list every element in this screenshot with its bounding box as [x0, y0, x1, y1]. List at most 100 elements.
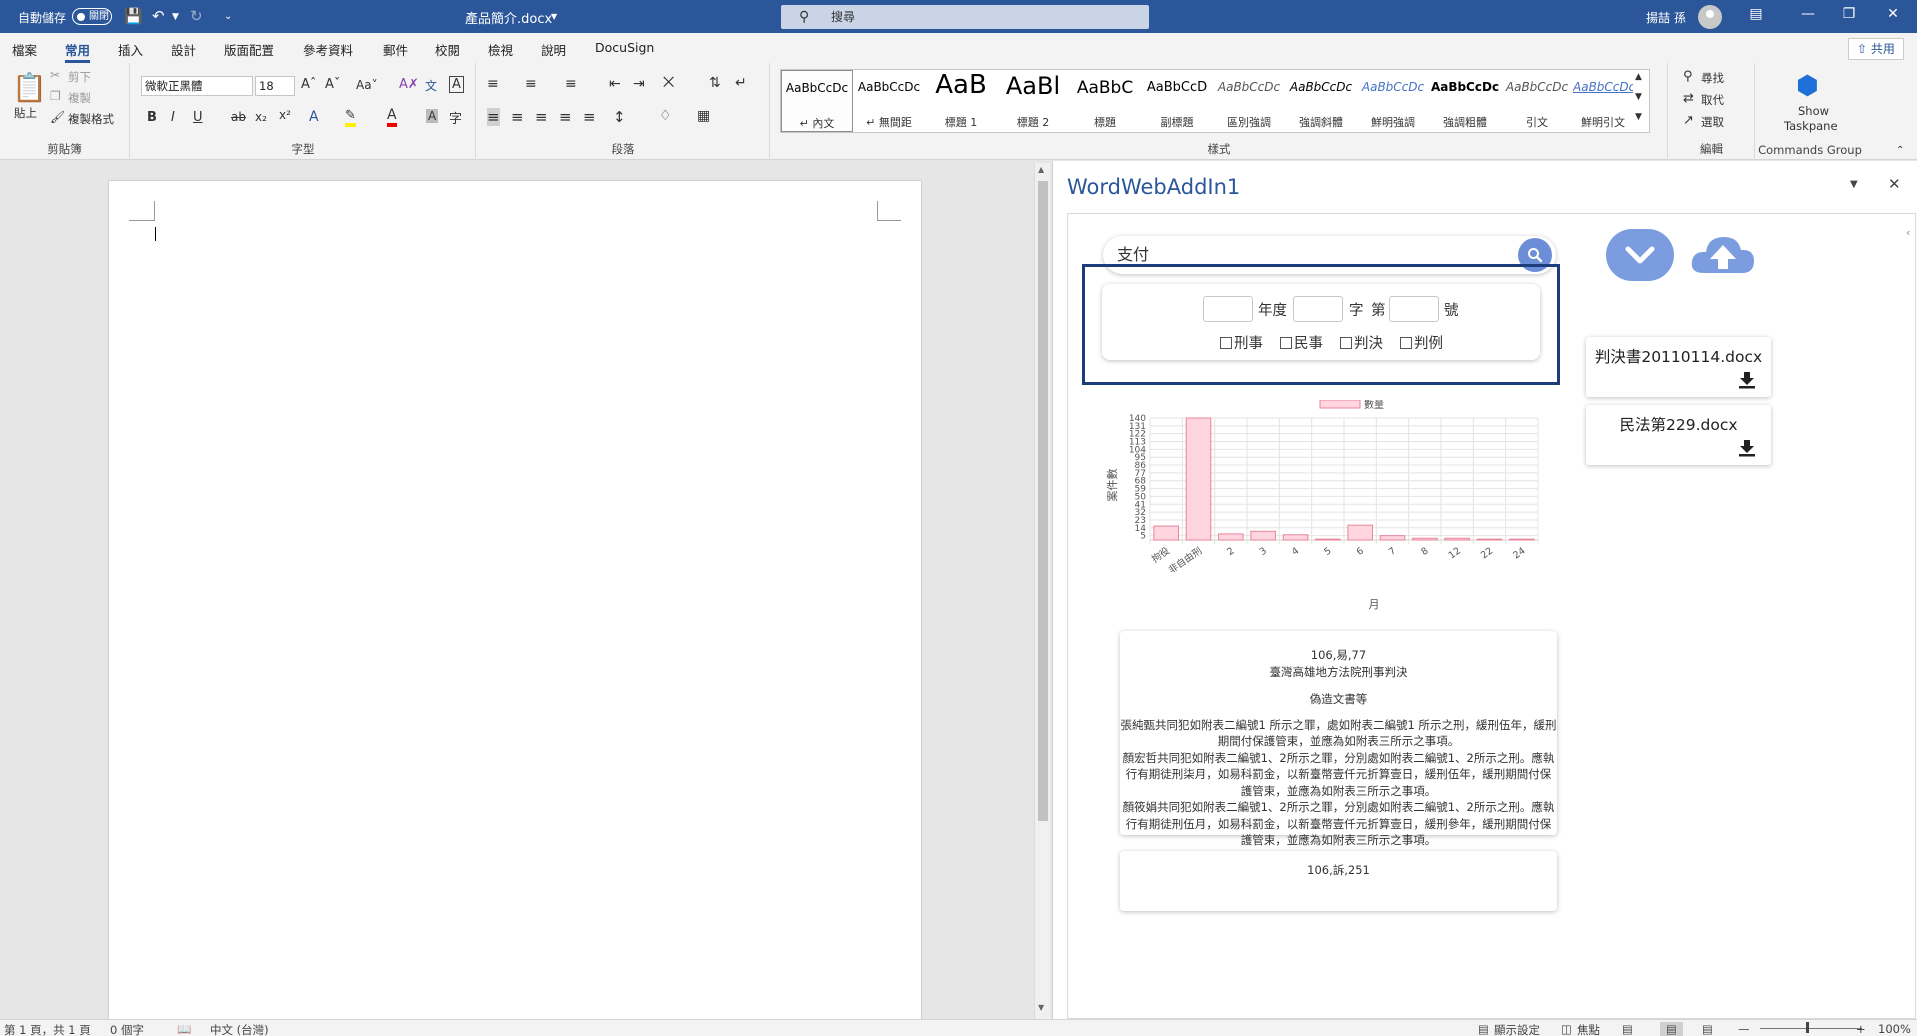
zoom-level[interactable]: 100% — [1878, 1022, 1911, 1036]
checkbox-box[interactable] — [1340, 337, 1352, 349]
replace-icon[interactable]: ⇄ — [1683, 91, 1694, 106]
checkbox-box[interactable] — [1220, 337, 1232, 349]
display-settings-icon[interactable]: ▤ — [1478, 1022, 1489, 1036]
download-icon[interactable] — [1738, 439, 1756, 457]
styles-more-icon[interactable]: ▼ — [1635, 112, 1642, 122]
style-intense-emphasis[interactable]: AaBbCcDc 鮮明強調 — [1357, 70, 1429, 132]
save-icon[interactable]: 💾 — [124, 7, 143, 25]
style-no-spacing[interactable]: AaBbCcDc ↵ 無間距 — [853, 70, 925, 132]
char-shading-icon[interactable]: A — [426, 109, 439, 123]
ribbon-display-icon[interactable]: ▤ — [1741, 6, 1771, 22]
upload-button[interactable] — [1688, 229, 1758, 279]
scrollbar-thumb[interactable] — [1038, 181, 1048, 821]
precedent-checkbox[interactable]: 判例 — [1400, 332, 1443, 353]
tab-home[interactable]: 常用 — [65, 40, 91, 63]
text-effects-icon[interactable]: A — [309, 109, 319, 125]
style-strong[interactable]: AaBbCcDc 強調粗體 — [1429, 70, 1501, 132]
expand-button[interactable] — [1606, 229, 1674, 281]
style-subtle-emphasis[interactable]: AaBbCcDc 區別強調 — [1213, 70, 1285, 132]
subscript-icon[interactable]: x₂ — [255, 110, 267, 124]
replace-button[interactable]: 取代 — [1701, 92, 1724, 108]
italic-icon[interactable]: I — [171, 110, 175, 125]
page-count[interactable]: 第 1 頁，共 1 頁 — [4, 1022, 91, 1036]
change-case-icon[interactable]: Aa˅ — [356, 78, 378, 92]
format-painter-icon[interactable]: 🖌 — [50, 110, 65, 124]
tab-help[interactable]: 說明 — [541, 40, 566, 59]
style-title[interactable]: AaBbC 標題 — [1069, 70, 1141, 132]
result-card[interactable]: 106,易,77 臺灣高雄地方法院刑事判決 偽造文書等 張純甄共同犯如附表二編號… — [1120, 631, 1557, 847]
year-input[interactable] — [1203, 296, 1253, 322]
shading-icon[interactable]: ♢ — [659, 108, 672, 124]
show-marks-icon[interactable]: ↵ — [735, 75, 747, 91]
cut-button[interactable]: 剪下 — [68, 69, 91, 85]
styles-scroll-up-icon[interactable]: ▲ — [1635, 72, 1642, 82]
pane-close-icon[interactable]: ✕ — [1888, 175, 1901, 193]
grow-font-icon[interactable]: Aˆ — [301, 77, 316, 92]
styles-scroll-down-icon[interactable]: ▼ — [1635, 92, 1642, 102]
print-layout-icon[interactable]: ▤ — [1660, 1022, 1683, 1036]
clear-format-icon[interactable]: A✗ — [399, 77, 419, 92]
select-button[interactable]: 選取 — [1701, 114, 1724, 130]
chevron-left-icon[interactable]: ‹ — [1906, 226, 1910, 239]
collapse-ribbon-icon[interactable]: ⌃ — [1896, 145, 1904, 156]
style-intense-quote[interactable]: AaBbCcDc 鮮明引文 — [1573, 70, 1633, 132]
restore-icon[interactable]: ❐ — [1834, 6, 1864, 22]
select-icon[interactable]: ↗ — [1683, 113, 1694, 128]
superscript-icon[interactable]: x² — [279, 108, 291, 122]
show-taskpane-line1[interactable]: Show — [1798, 104, 1829, 118]
scroll-up-icon[interactable]: ▲ — [1038, 165, 1044, 174]
redo-icon[interactable]: ↻ — [190, 7, 203, 25]
search-box[interactable]: ⚲ 搜尋 — [781, 5, 1149, 29]
align-left-icon[interactable]: ≡ — [487, 108, 500, 126]
distributed-icon[interactable]: ≡ — [583, 108, 596, 126]
undo-icon[interactable]: ↶ — [152, 7, 165, 25]
read-mode-icon[interactable]: ▤ — [1622, 1022, 1633, 1036]
language-indicator[interactable]: 中文 (台灣) — [210, 1022, 269, 1036]
result-card[interactable]: 106,訴,251 — [1120, 851, 1557, 911]
file-card[interactable]: 判決書20110114.docx — [1586, 337, 1771, 397]
underline-icon[interactable]: U — [193, 110, 203, 125]
copy-button[interactable]: 複製 — [68, 90, 91, 106]
scroll-down-icon[interactable]: ▼ — [1038, 1003, 1044, 1012]
tab-references[interactable]: 參考資料 — [303, 40, 353, 59]
tab-mailings[interactable]: 郵件 — [383, 40, 408, 59]
paste-icon[interactable]: 📋 — [12, 71, 47, 104]
zoom-slider[interactable] — [1760, 1028, 1862, 1029]
style-heading2[interactable]: AaBl 標題 2 — [997, 70, 1069, 132]
enclose-char-icon[interactable]: 字 — [449, 108, 462, 127]
zoom-in-icon[interactable]: + — [1856, 1022, 1866, 1036]
phonetic-guide-icon[interactable]: 文 — [425, 77, 437, 94]
highlight-icon[interactable]: ✎ — [345, 108, 356, 127]
line-spacing-icon[interactable]: ↕ — [613, 108, 626, 126]
tab-layout[interactable]: 版面配置 — [224, 40, 274, 59]
tab-docusign[interactable]: DocuSign — [595, 40, 654, 55]
multilevel-list-icon[interactable]: ≡ — [565, 76, 577, 92]
word-count[interactable]: 0 個字 — [110, 1022, 144, 1036]
minimize-icon[interactable]: — — [1793, 6, 1823, 22]
increase-indent-icon[interactable]: ⇥ — [633, 76, 645, 92]
focus-icon[interactable]: ◫ — [1561, 1022, 1572, 1036]
align-right-icon[interactable]: ≡ — [535, 108, 548, 126]
style-quote[interactable]: AaBbCcDc 引文 — [1501, 70, 1573, 132]
civil-checkbox[interactable]: 民事 — [1280, 332, 1323, 353]
asian-layout-icon[interactable]: ⨉ — [663, 75, 674, 91]
cut-icon[interactable]: ✂ — [50, 68, 60, 82]
justify-icon[interactable]: ≡ — [559, 108, 572, 126]
focus-button[interactable]: 焦點 — [1577, 1022, 1600, 1036]
character-border-icon[interactable]: A — [449, 76, 464, 93]
find-icon[interactable]: ⚲ — [1683, 69, 1693, 84]
numbering-icon[interactable]: ≡ — [525, 76, 537, 92]
download-icon[interactable] — [1738, 371, 1756, 389]
display-settings-button[interactable]: 顯示設定 — [1494, 1022, 1540, 1036]
bold-icon[interactable]: B — [147, 110, 157, 125]
style-heading1[interactable]: AaB 標題 1 — [925, 70, 997, 132]
align-center-icon[interactable]: ≡ — [511, 108, 524, 126]
criminal-checkbox[interactable]: 刑事 — [1220, 332, 1263, 353]
copy-icon[interactable]: ❐ — [50, 89, 61, 103]
zoom-slider-thumb[interactable] — [1806, 1022, 1809, 1033]
format-painter-button[interactable]: 複製格式 — [68, 111, 114, 127]
show-taskpane-icon[interactable]: ⬢ — [1796, 71, 1819, 101]
tab-review[interactable]: 校閱 — [435, 40, 460, 59]
word-input[interactable] — [1293, 296, 1343, 322]
font-color-icon[interactable]: A — [387, 107, 397, 127]
